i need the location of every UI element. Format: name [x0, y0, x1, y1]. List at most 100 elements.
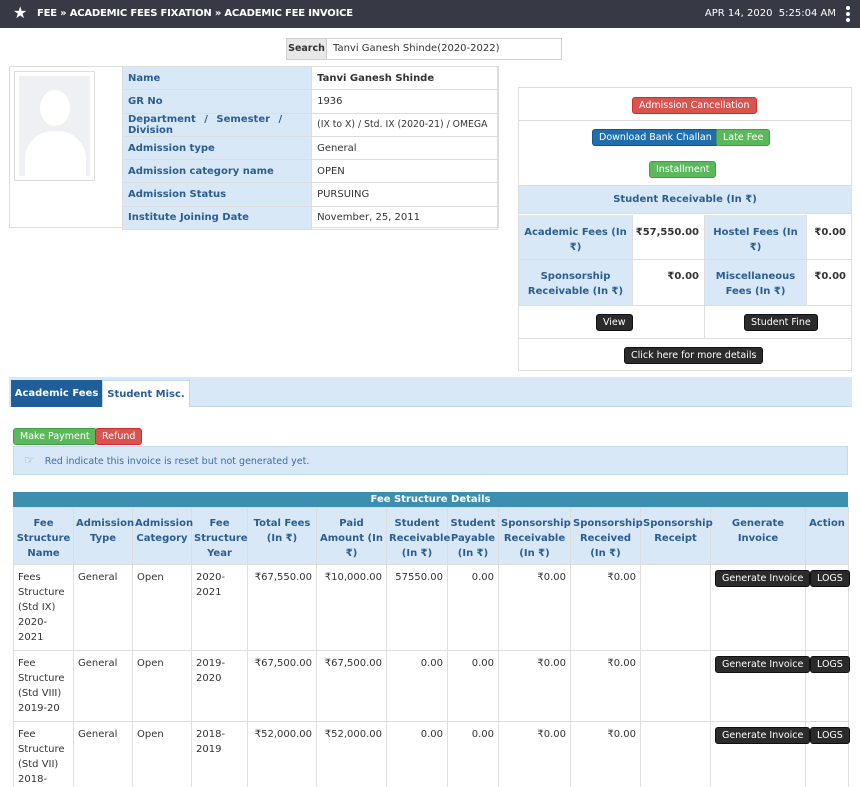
info-value: Tanvi Ganesh Shinde	[311, 65, 498, 91]
cell-payable: 0.00	[447, 564, 499, 651]
table-row: Fee Structure (Std VIII) 2019-20 General…	[13, 650, 850, 722]
cell-sponsorship-receipt	[640, 721, 711, 787]
miscellaneous-fees-label: Miscellaneous Fees (In ₹)	[705, 260, 807, 306]
cell-generate: Generate Invoice	[710, 721, 811, 787]
info-note-text: Red indicate this invoice is reset but n…	[44, 456, 310, 467]
generate-invoice-button[interactable]: Generate Invoice	[715, 727, 811, 744]
cell-name: Fee Structure (Std VIII) 2019-20	[13, 650, 74, 722]
panel-row-cancel: Admission Cancellation	[519, 88, 851, 121]
cell-sponsorship-receipt	[640, 650, 711, 722]
column-header: Fee Structure Year	[191, 507, 248, 565]
info-value: (IX to X) / Std. IX (2020-21) / OMEGA	[311, 112, 498, 137]
fee-summary-panel: Admission Cancellation Download Bank Cha…	[518, 87, 852, 371]
table-row: Fee Structure (Std VII) 2018-2019 (2018)…	[13, 721, 850, 787]
cell-sponsorship-received: ₹0.00	[570, 650, 641, 722]
avatar-body-icon	[25, 131, 86, 176]
info-key: Admission type	[121, 135, 313, 161]
cell-sponsorship-received: ₹0.00	[570, 721, 641, 787]
column-header: Fee Structure Name	[13, 507, 74, 565]
cell-sponsorship-receipt	[640, 564, 711, 651]
student-info-table: Name Tanvi Ganesh Shinde GR No 1936 Depart…	[121, 65, 498, 231]
info-value: PURSUING	[311, 182, 498, 207]
view-button[interactable]: View	[596, 314, 633, 331]
cell-sponsorship-receivable: ₹0.00	[498, 721, 571, 787]
cell-category: Open	[132, 721, 192, 787]
view-cell: View	[519, 306, 705, 339]
info-key: Admission Status	[121, 182, 313, 207]
cell-paid: ₹67,500.00	[316, 650, 387, 722]
cell-payable: 0.00	[447, 650, 499, 722]
hostel-fees-label: Hostel Fees (In ₹)	[705, 215, 807, 260]
cell-action: LOGS	[805, 564, 850, 651]
generate-invoice-button[interactable]: Generate Invoice	[715, 656, 811, 673]
info-note: ☞ Red indicate this invoice is reset but …	[13, 446, 848, 475]
sponsorship-receivable-label: Sponsorship Receivable (In ₹)	[519, 260, 633, 306]
cell-action: LOGS	[805, 721, 850, 787]
search-label: Search	[287, 39, 327, 59]
info-key: Institute Joining Date	[121, 205, 313, 231]
cell-payable: 0.00	[447, 721, 499, 787]
table-header-row: Fee Structure Name Admission Type Admiss…	[13, 507, 849, 565]
logs-button[interactable]: LOGS	[810, 656, 850, 673]
hostel-fees-value: ₹0.00	[807, 215, 851, 260]
fee-structure-table: Fee Structure Name Admission Type Admiss…	[13, 507, 850, 787]
cell-total: ₹67,500.00	[247, 650, 317, 722]
column-header: Sponsorship Receivable (In ₹)	[498, 507, 571, 565]
cell-action: LOGS	[805, 650, 850, 722]
logs-button[interactable]: LOGS	[810, 727, 850, 744]
star-icon[interactable]: ★	[13, 4, 27, 22]
cell-receivable: 57550.00	[386, 564, 448, 651]
logs-button[interactable]: LOGS	[810, 570, 850, 587]
cell-receivable: 0.00	[386, 650, 448, 722]
admission-cancellation-button[interactable]: Admission Cancellation	[632, 97, 757, 114]
cell-year: 2018-2019	[191, 721, 248, 787]
make-payment-button[interactable]: Make Payment	[13, 428, 97, 445]
column-header: Student Receivable (In ₹)	[386, 507, 450, 565]
info-value: General	[311, 135, 498, 161]
cell-generate: Generate Invoice	[710, 564, 811, 651]
search-input[interactable]: Tanvi Ganesh Shinde(2020-2022)	[333, 39, 500, 59]
cell-paid: ₹52,000.00	[316, 721, 387, 787]
date-time: APR 14, 2020 5:25:04 AM	[704, 8, 836, 19]
student-info-panel: Name Tanvi Ganesh Shinde GR No 1936 Depart…	[9, 65, 499, 231]
column-header: Total Fees (In ₹)	[247, 507, 317, 565]
tab-student-misc[interactable]: Student Misc.	[102, 380, 190, 407]
cell-receivable: 0.00	[386, 721, 448, 787]
refund-button[interactable]: Refund	[95, 428, 143, 445]
info-key: GR No	[121, 89, 313, 114]
info-key: Admission category name	[121, 159, 313, 184]
cell-name: Fee Structure (Std VII) 2018-2019 (2018)	[13, 721, 74, 787]
top-bar: ★ FEE » ACADEMIC FEES FIXATION » ACADEMI…	[0, 0, 860, 28]
column-header: Admission Category	[132, 507, 193, 565]
cell-sponsorship-receivable: ₹0.00	[498, 650, 571, 722]
installment-button[interactable]: Installment	[649, 161, 717, 178]
column-header: Paid Amount (In ₹)	[316, 507, 387, 565]
breadcrumb: FEE » ACADEMIC FEES FIXATION » ACADEMIC …	[37, 8, 353, 19]
cell-sponsorship-receivable: ₹0.00	[498, 564, 571, 651]
panel-row-actions: Download Bank Challan Late Fee Installme…	[519, 121, 851, 186]
cell-category: Open	[132, 564, 192, 651]
cell-generate: Generate Invoice	[710, 650, 811, 722]
column-header: Sponsorship Received (In ₹)	[570, 507, 643, 565]
cell-year: 2019-2020	[191, 650, 248, 722]
search-box: Search Tanvi Ganesh Shinde(2020-2022)	[286, 38, 562, 60]
info-key: Department / Semester / Division	[121, 112, 313, 137]
tab-academic-fees[interactable]: Academic Fees	[11, 380, 102, 407]
column-header: Student Payable (In ₹)	[447, 507, 499, 565]
student-fine-cell: Student Fine	[705, 306, 851, 339]
cell-type: General	[73, 650, 133, 722]
avatar-head-icon	[40, 90, 70, 126]
more-vert-icon[interactable]	[846, 6, 850, 22]
student-fine-button[interactable]: Student Fine	[744, 314, 818, 331]
hand-pointer-icon: ☞	[24, 453, 35, 467]
cell-sponsorship-received: ₹0.00	[570, 564, 641, 651]
column-header: Sponsorship Receipt	[640, 507, 713, 565]
more-details-button[interactable]: Click here for more details	[624, 347, 764, 364]
student-receivable-title: Student Receivable (In ₹)	[519, 186, 851, 214]
academic-fees-value: ₹57,550.00	[633, 215, 705, 260]
download-bank-challan-button[interactable]: Download Bank Challan	[592, 129, 719, 146]
cell-name: Fees Structure (Std IX) 2020-2021	[13, 564, 74, 651]
info-value: November, 25, 2011	[311, 205, 498, 231]
generate-invoice-button[interactable]: Generate Invoice	[715, 570, 811, 587]
late-fee-button[interactable]: Late Fee	[716, 129, 771, 146]
